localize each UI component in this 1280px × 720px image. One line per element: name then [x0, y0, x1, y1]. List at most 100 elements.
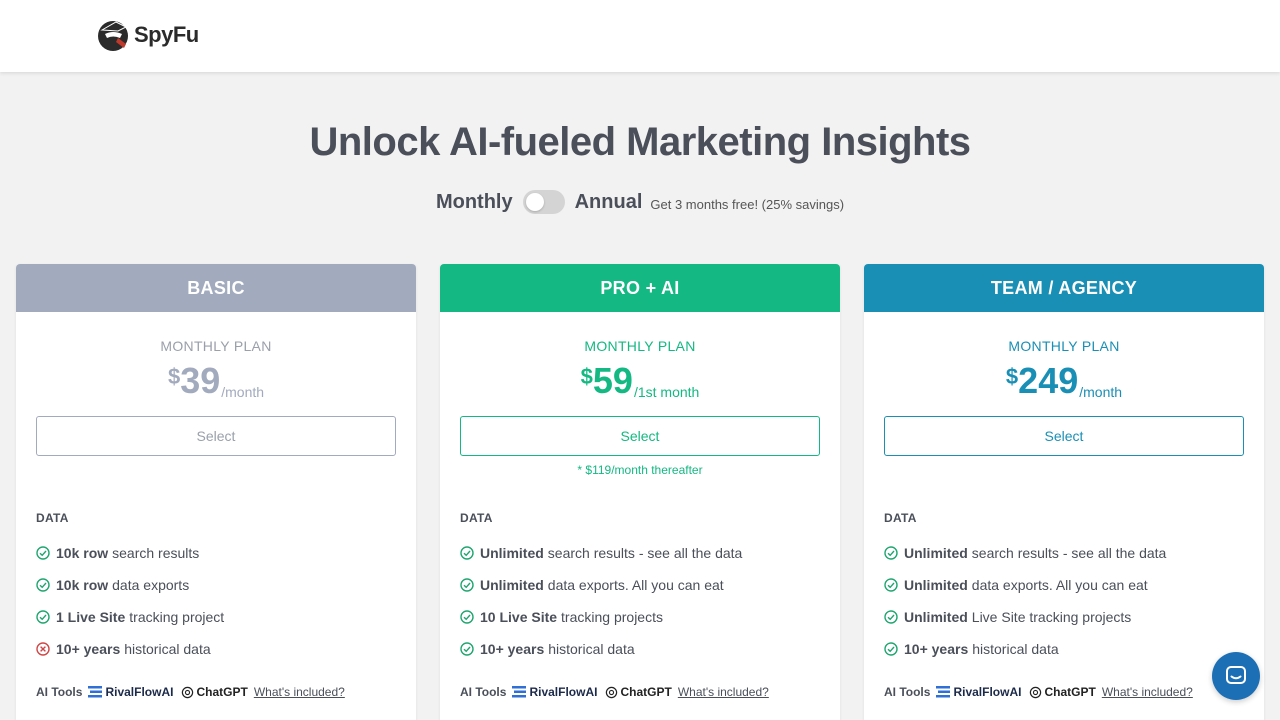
feature-list: Unlimited search results - see all the da…	[460, 537, 840, 665]
openai-icon	[1030, 686, 1042, 698]
plan-label: MONTHLY PLAN	[160, 338, 272, 354]
annual-savings-note: Get 3 months free! (25% savings)	[650, 196, 845, 212]
plan-label: MONTHLY PLAN	[584, 338, 696, 354]
feature-bold: Unlimited	[904, 609, 968, 625]
feature-item: 10k row search results	[36, 537, 416, 569]
check-circle-icon	[36, 610, 50, 624]
plan-card-basic: BASIC MONTHLY PLAN $ 39 /month Select DA…	[16, 264, 416, 720]
price-currency: $	[580, 364, 593, 389]
chatgpt-text: ChatGPT	[1044, 685, 1096, 699]
price-period: /month	[221, 384, 265, 400]
billing-toggle-row: Monthly Annual Get 3 months free! (25% s…	[0, 190, 1280, 214]
feature-bold: Unlimited	[480, 545, 544, 561]
feature-item: 10k row data exports	[36, 569, 416, 601]
feature-item: 1 Live Site tracking project	[36, 601, 416, 633]
select-team-button[interactable]: Select	[884, 416, 1244, 456]
ai-tools-row: AI Tools RivalFlowAI ChatGPT What's incl…	[884, 685, 1264, 699]
feature-item: 10 Live Site tracking projects	[460, 601, 840, 633]
x-circle-icon	[36, 642, 50, 656]
feature-bold: 10+ years	[480, 641, 545, 657]
select-basic-button[interactable]: Select	[36, 416, 396, 456]
feature-item: 10+ years historical data	[884, 633, 1264, 665]
spy-logo-icon	[98, 21, 128, 51]
feature-item: Unlimited data exports. All you can eat	[884, 569, 1264, 601]
feature-bold: 10k row	[56, 577, 109, 593]
check-circle-icon	[460, 642, 474, 656]
feature-text: search results - see all the data	[971, 545, 1167, 561]
chat-bubble-icon	[1226, 666, 1246, 684]
price-currency: $	[1005, 364, 1019, 389]
feature-text: data exports. All you can eat	[971, 577, 1148, 593]
whats-included-link[interactable]: What's included?	[254, 685, 345, 699]
rivalflow-icon	[512, 686, 527, 698]
feature-bold: Unlimited	[480, 577, 544, 593]
rivalflow-icon	[936, 686, 951, 698]
price-amount: 249	[1018, 360, 1079, 401]
rivalflow-logo: RivalFlowAI	[936, 685, 1021, 699]
feature-text: Live Site tracking projects	[971, 609, 1132, 625]
plan-card-team-agency: TEAM / AGENCY MONTHLY PLAN $ 249 /month …	[864, 264, 1264, 720]
rivalflow-logo: RivalFlowAI	[512, 685, 597, 699]
spyfu-logo[interactable]: SpyFu	[96, 18, 199, 52]
feature-list: Unlimited search results - see all the da…	[884, 537, 1264, 665]
plan-label: MONTHLY PLAN	[1008, 338, 1120, 354]
rivalflow-logo: RivalFlowAI	[88, 685, 173, 699]
feature-item: Unlimited search results - see all the da…	[460, 537, 840, 569]
feature-bold: Unlimited	[904, 577, 968, 593]
check-circle-icon	[884, 610, 898, 624]
feature-text: historical data	[548, 641, 635, 657]
toggle-knob	[525, 193, 544, 211]
whats-included-link[interactable]: What's included?	[1102, 685, 1193, 699]
select-pro-button[interactable]: Select	[460, 416, 820, 456]
chatgpt-logo: ChatGPT	[1029, 685, 1096, 699]
check-circle-icon	[460, 578, 474, 592]
rivalflow-text: RivalFlowAI	[953, 685, 1022, 699]
check-circle-icon	[884, 546, 898, 560]
price-currency: $	[167, 364, 181, 389]
feature-text: search results - see all the data	[547, 545, 743, 561]
chatgpt-logo: ChatGPT	[181, 685, 248, 699]
billing-period-toggle[interactable]	[522, 190, 565, 214]
check-circle-icon	[460, 610, 474, 624]
plan-price: $ 249 /month	[864, 360, 1264, 404]
ai-tools-label: AI Tools	[460, 685, 507, 699]
features-section-title: DATA	[460, 511, 493, 525]
price-amount: 39	[180, 360, 221, 401]
check-circle-icon	[884, 578, 898, 592]
whats-included-link[interactable]: What's included?	[678, 685, 769, 699]
feature-item: 10+ years historical data	[36, 633, 416, 665]
plan-price: $ 39 /month	[16, 360, 416, 404]
chatgpt-logo: ChatGPT	[605, 685, 672, 699]
price-note	[16, 463, 416, 477]
chatgpt-text: ChatGPT	[196, 685, 248, 699]
monthly-label[interactable]: Monthly	[436, 191, 513, 214]
price-period: /1st month	[633, 384, 700, 400]
feature-item: Unlimited data exports. All you can eat	[460, 569, 840, 601]
feature-text: historical data	[972, 641, 1059, 657]
features-section-title: DATA	[36, 511, 69, 525]
openai-icon	[606, 686, 618, 698]
annual-label[interactable]: Annual	[575, 191, 643, 214]
rivalflow-icon	[88, 686, 103, 698]
rivalflow-text: RivalFlowAI	[105, 685, 174, 699]
page-title: Unlock AI-fueled Marketing Insights	[309, 120, 971, 164]
chat-launcher-button[interactable]	[1212, 652, 1260, 700]
check-circle-icon	[36, 546, 50, 560]
feature-text: search results	[112, 545, 200, 561]
plan-price: $ 59 /1st month	[440, 360, 840, 404]
ai-tools-label: AI Tools	[36, 685, 83, 699]
price-period: /month	[1079, 384, 1123, 400]
feature-item: Unlimited Live Site tracking projects	[884, 601, 1264, 633]
feature-text: data exports	[112, 577, 190, 593]
feature-bold: Unlimited	[904, 545, 968, 561]
openai-icon	[182, 686, 194, 698]
plan-card-pro-ai: PRO + AI MONTHLY PLAN $ 59 /1st month Se…	[440, 264, 840, 720]
feature-item: 10+ years historical data	[460, 633, 840, 665]
feature-text: historical data	[124, 641, 211, 657]
feature-text: tracking projects	[561, 609, 663, 625]
ai-tools-row: AI Tools RivalFlowAI ChatGPT What's incl…	[460, 685, 840, 699]
feature-text: data exports. All you can eat	[547, 577, 724, 593]
plan-name: BASIC	[16, 264, 416, 312]
ai-tools-label: AI Tools	[884, 685, 931, 699]
rivalflow-text: RivalFlowAI	[529, 685, 598, 699]
